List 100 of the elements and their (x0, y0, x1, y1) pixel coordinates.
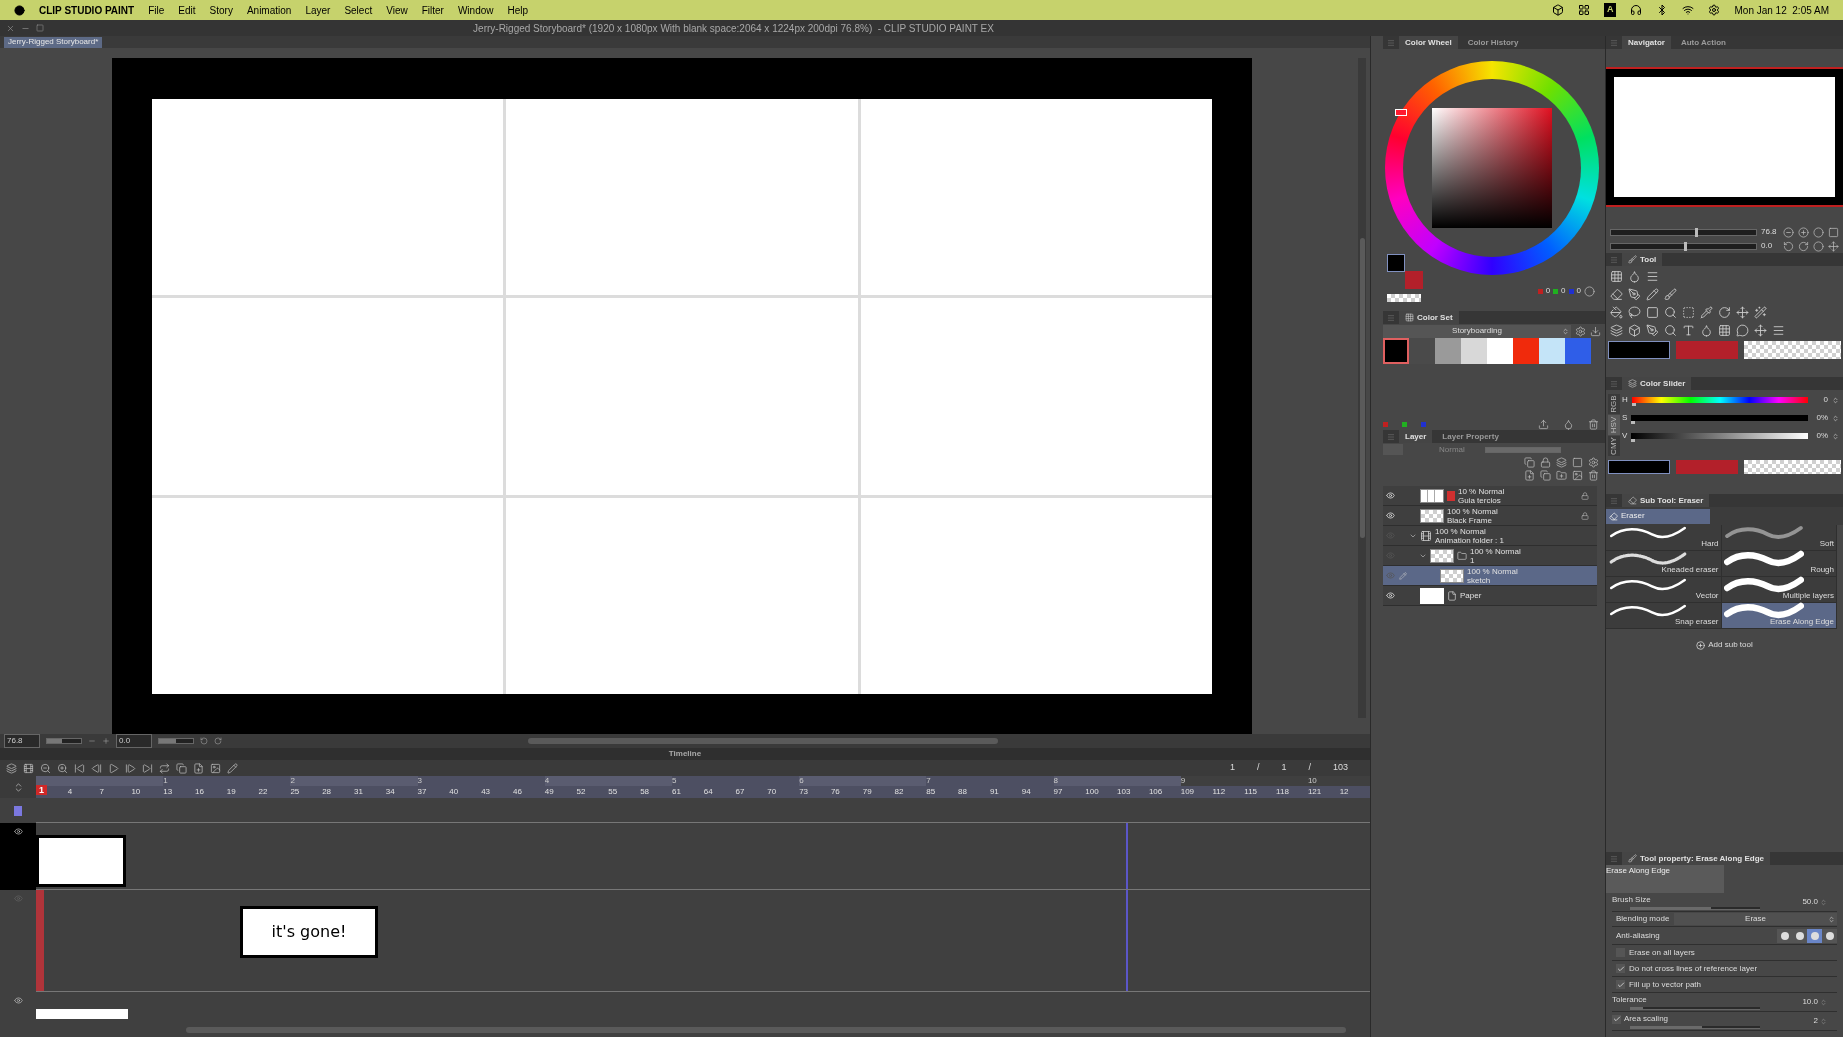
channel-label: S (1622, 412, 1628, 424)
color-mode-tab[interactable]: RGB (1608, 394, 1620, 414)
panel-tab[interactable]: Tool property: Erase Along Edge (1622, 852, 1770, 865)
menu-item[interactable]: Layer (305, 2, 331, 18)
sub-tool-item[interactable]: Vector (1606, 577, 1722, 603)
frame-number: 10 (131, 787, 141, 796)
panel-tab[interactable]: Navigator (1622, 36, 1671, 49)
color-set-dropdown[interactable]: Storyboarding (1383, 324, 1571, 338)
zoom-field[interactable]: 76.8 (4, 734, 40, 748)
layer-row[interactable]: 10 % Normal Guia tercios (1383, 486, 1597, 506)
checkbox-label: Erase on all layers (1629, 946, 1695, 959)
preview-label: Erase Along Edge (1606, 865, 1672, 877)
property-label: Brush Size (1612, 894, 1651, 906)
section-number: 9 (1180, 776, 1186, 785)
layer-row[interactable]: Paper (1383, 586, 1597, 606)
channel-label: V (1622, 430, 1628, 442)
menu-item[interactable]: Window (457, 2, 494, 18)
frame-number: 25 (290, 787, 300, 796)
panel-tab[interactable]: Color Slider (1622, 377, 1692, 390)
panel-tab[interactable]: Layer (1399, 430, 1433, 443)
layer-name: Black Frame (1447, 515, 1493, 525)
property-label: Area scaling (1624, 1013, 1669, 1025)
blending-mode-dropdown[interactable]: Erase (1674, 913, 1837, 925)
storyboard-thumbnail[interactable]: it's gone! (240, 906, 378, 958)
sub-tool-item[interactable]: Multiple layers (1721, 577, 1837, 603)
frame-number: 121 (1307, 787, 1322, 796)
section-number: 6 (799, 776, 804, 785)
section-number: 1 (163, 776, 168, 785)
layer-row[interactable]: 100 % Normal sketch (1383, 566, 1597, 586)
layer-blend-text: 100 % Normal (1435, 526, 1487, 536)
frame-number: 82 (894, 787, 904, 796)
menu-item[interactable]: Story (209, 2, 233, 18)
checkbox-label: Do not cross lines of reference layer (1629, 962, 1758, 975)
input-source-indicator[interactable]: A (1604, 3, 1617, 17)
frame-number: 28 (322, 787, 332, 796)
frame-number: 79 (862, 787, 872, 796)
menu-item[interactable]: Select (344, 2, 373, 18)
layer-blend-text: 100 % Normal (1470, 546, 1521, 556)
sub-tool-item[interactable]: Hard (1606, 525, 1722, 551)
add-sub-tool-button[interactable]: Add sub tool (1696, 639, 1753, 651)
current-frame-marker[interactable]: 1 (36, 785, 47, 795)
frame-number: 109 (1180, 787, 1195, 796)
menu-item[interactable]: Filter (421, 2, 444, 18)
frame-number: 7 (99, 787, 105, 796)
layer-name: Paper (1460, 591, 1482, 600)
sub-tool-group-tab[interactable]: Eraser (1606, 508, 1710, 524)
frame-number: 19 (226, 787, 236, 796)
section-number: 4 (544, 776, 550, 785)
sub-tool-item[interactable]: Snap eraser (1606, 603, 1722, 629)
frame-number: 85 (926, 787, 936, 796)
frame-number: 40 (449, 787, 459, 796)
panel-tab[interactable]: Color Wheel (1399, 36, 1458, 49)
menu-item[interactable]: Help (507, 2, 529, 18)
frame-number: 37 (417, 787, 427, 796)
caption-text: it's gone! (271, 921, 347, 943)
layer-name: Guia tercios (1458, 495, 1502, 505)
color-value: 0 (1561, 285, 1566, 297)
menu-item[interactable]: File (148, 2, 165, 18)
frame-counter-text: 1 (1281, 761, 1287, 775)
color-mode-tab[interactable]: HSV (1608, 415, 1620, 435)
frame-number: 55 (608, 787, 618, 796)
frame-number: 43 (481, 787, 491, 796)
frame-number: 49 (544, 787, 554, 796)
property-value: 50.0 (1802, 896, 1818, 908)
sub-tool-item[interactable]: Kneaded eraser (1606, 551, 1722, 577)
app-name[interactable]: CLIP STUDIO PAINT (39, 2, 135, 18)
layer-row[interactable]: 100 % Normal Animation folder : 1 (1383, 526, 1597, 546)
menu-item[interactable]: Edit (178, 2, 196, 18)
color-mode-tab[interactable]: CMY (1608, 436, 1620, 456)
panel-tab[interactable]: Tool (1622, 253, 1663, 266)
frame-number: 22 (258, 787, 268, 796)
sub-tool-item[interactable]: Erase Along Edge (1721, 603, 1837, 629)
frame-number: 12 (1339, 787, 1349, 796)
frame-number: 112 (1212, 787, 1226, 796)
layer-blend-text: 100 % Normal (1467, 566, 1518, 576)
frame-number: 91 (989, 787, 999, 796)
color-value: 0 (1545, 285, 1551, 297)
sub-tool-item[interactable]: Rough (1721, 551, 1837, 577)
layer-row[interactable]: 100 % Normal Black Frame (1383, 506, 1597, 526)
sub-tool-item[interactable]: Soft (1721, 525, 1837, 551)
property-label: Tolerance (1612, 994, 1647, 1006)
frame-counter-text: 1 (1229, 761, 1235, 775)
menu-item[interactable]: View (386, 2, 408, 18)
frame-number: 67 (735, 787, 745, 796)
rotation-field[interactable]: 0.0 (116, 734, 152, 748)
navigator-value: 76.8 (1761, 226, 1778, 238)
menu-item[interactable]: Animation (246, 2, 292, 18)
document-tab[interactable]: Jerry-Rigged Storyboard* (4, 36, 103, 48)
channel-value: 0 (1822, 394, 1828, 406)
frame-number: 76 (830, 787, 840, 796)
section-number: 2 (290, 776, 295, 785)
frame-number: 73 (799, 787, 809, 796)
layer-blend-text: 10 % Normal (1458, 486, 1505, 496)
frame-number: 34 (385, 787, 395, 796)
panel-tab[interactable]: Color Set (1399, 311, 1459, 324)
frame-counter-text: / (1256, 761, 1260, 775)
layer-name: sketch (1467, 575, 1492, 585)
layer-row[interactable]: 100 % Normal 1 (1383, 546, 1597, 566)
panel-tab[interactable]: Sub Tool: Eraser (1622, 494, 1710, 507)
timeline-title: Timeline (668, 748, 702, 760)
